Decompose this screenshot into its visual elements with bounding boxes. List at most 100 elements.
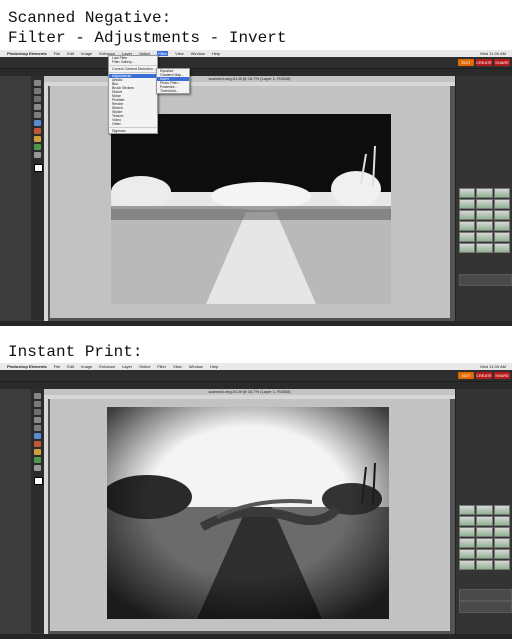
- inverted-negative-photo: [111, 114, 391, 304]
- hand-tool-icon[interactable]: [34, 409, 41, 415]
- effect-thumb[interactable]: [459, 210, 476, 220]
- eyedropper-tool-icon[interactable]: [34, 417, 41, 423]
- effects-thumbnails: [459, 188, 510, 253]
- menu-select[interactable]: Select: [139, 364, 150, 369]
- adjustments-item[interactable]: Threshold...: [157, 89, 189, 93]
- menu-file[interactable]: File: [54, 364, 60, 369]
- effect-thumb[interactable]: [459, 538, 476, 548]
- effect-thumb[interactable]: [459, 505, 476, 515]
- menu-file[interactable]: File: [54, 51, 60, 56]
- effect-thumb[interactable]: [459, 560, 476, 570]
- brush-tool-icon[interactable]: [34, 441, 41, 447]
- zoom-tool-icon[interactable]: [34, 88, 41, 94]
- create-mode-button[interactable]: CREATE: [476, 59, 492, 66]
- effect-thumb[interactable]: [476, 199, 493, 209]
- effect-thumb[interactable]: [476, 210, 493, 220]
- effect-thumb[interactable]: [476, 527, 493, 537]
- move-tool-icon[interactable]: [34, 80, 41, 86]
- layer-row[interactable]: [459, 274, 512, 286]
- menu-view[interactable]: View: [173, 364, 182, 369]
- filter-menu: Last Filter Filter Gallery... Correct Ca…: [108, 55, 158, 134]
- eyedropper-tool-icon[interactable]: [34, 104, 41, 110]
- menu-edit[interactable]: Edit: [67, 51, 74, 56]
- menu-help[interactable]: Help: [212, 51, 220, 56]
- effect-thumb[interactable]: [476, 549, 493, 559]
- lasso-tool-icon[interactable]: [34, 433, 41, 439]
- brush-tool-icon[interactable]: [34, 128, 41, 134]
- effect-thumb[interactable]: [459, 527, 476, 537]
- lasso-tool-icon[interactable]: [34, 120, 41, 126]
- clock: Wed 11:00 AM: [480, 51, 506, 56]
- menu-filter[interactable]: Filter: [157, 364, 166, 369]
- menu-filter[interactable]: Filter: [157, 51, 169, 56]
- menu-window[interactable]: Window: [191, 51, 205, 56]
- effect-thumb[interactable]: [476, 516, 493, 526]
- share-mode-button[interactable]: SHARE: [494, 372, 510, 379]
- effect-thumb[interactable]: [493, 199, 510, 209]
- zoom-tool-icon[interactable]: [34, 401, 41, 407]
- effect-thumb[interactable]: [476, 243, 493, 253]
- filter-menu-item[interactable]: Digimarc: [109, 129, 157, 133]
- menu-enhance[interactable]: Enhance: [99, 364, 115, 369]
- menu-help[interactable]: Help: [210, 364, 218, 369]
- share-mode-button[interactable]: SHARE: [494, 59, 510, 66]
- effect-thumb[interactable]: [493, 549, 510, 559]
- menu-app[interactable]: Photoshop Elements: [7, 51, 47, 56]
- effect-thumb[interactable]: [459, 516, 476, 526]
- effect-thumb[interactable]: [459, 188, 476, 198]
- effect-thumb[interactable]: [493, 210, 510, 220]
- vertical-ruler: [44, 395, 48, 635]
- menu-image[interactable]: Image: [81, 364, 92, 369]
- edit-mode-button[interactable]: EDIT: [458, 59, 474, 66]
- sub-toolbar: [0, 382, 512, 389]
- effect-thumb[interactable]: [493, 221, 510, 231]
- effect-thumb[interactable]: [476, 560, 493, 570]
- filter-menu-item[interactable]: Other: [109, 122, 157, 126]
- effect-thumb[interactable]: [459, 221, 476, 231]
- effect-thumb[interactable]: [493, 505, 510, 515]
- effect-thumb[interactable]: [493, 232, 510, 242]
- menu-window[interactable]: Window: [189, 364, 203, 369]
- effect-thumb[interactable]: [476, 505, 493, 515]
- effect-thumb[interactable]: [476, 232, 493, 242]
- toolbox: [31, 76, 44, 320]
- layer-row[interactable]: [459, 601, 512, 613]
- effect-thumb[interactable]: [459, 549, 476, 559]
- edit-mode-button[interactable]: EDIT: [458, 372, 474, 379]
- eraser-tool-icon[interactable]: [34, 449, 41, 455]
- menu-app[interactable]: Photoshop Elements: [7, 364, 47, 369]
- paint-bucket-tool-icon[interactable]: [34, 457, 41, 463]
- effect-thumb[interactable]: [493, 188, 510, 198]
- marquee-tool-icon[interactable]: [34, 112, 41, 118]
- effect-thumb[interactable]: [493, 516, 510, 526]
- filter-menu-item[interactable]: Correct Camera Distortion...: [109, 67, 157, 71]
- foreground-color-swatch[interactable]: [34, 164, 43, 172]
- marquee-tool-icon[interactable]: [34, 425, 41, 431]
- effect-thumb[interactable]: [493, 243, 510, 253]
- layer-row[interactable]: [459, 589, 512, 601]
- effect-thumb[interactable]: [493, 527, 510, 537]
- hand-tool-icon[interactable]: [34, 96, 41, 102]
- text-tool-icon[interactable]: [34, 465, 41, 471]
- filter-menu-item[interactable]: Filter Gallery...: [109, 60, 157, 64]
- options-bar: EDIT CREATE SHARE: [0, 370, 512, 382]
- menu-edit[interactable]: Edit: [67, 364, 74, 369]
- vertical-ruler: [44, 82, 48, 322]
- effect-thumb[interactable]: [459, 199, 476, 209]
- effect-thumb[interactable]: [493, 538, 510, 548]
- paint-bucket-tool-icon[interactable]: [34, 144, 41, 150]
- move-tool-icon[interactable]: [34, 393, 41, 399]
- menu-image[interactable]: Image: [81, 51, 92, 56]
- effect-thumb[interactable]: [459, 243, 476, 253]
- effect-thumb[interactable]: [476, 221, 493, 231]
- effect-thumb[interactable]: [476, 188, 493, 198]
- menu-layer[interactable]: Layer: [122, 364, 132, 369]
- text-tool-icon[interactable]: [34, 152, 41, 158]
- effect-thumb[interactable]: [476, 538, 493, 548]
- eraser-tool-icon[interactable]: [34, 136, 41, 142]
- foreground-color-swatch[interactable]: [34, 477, 43, 485]
- effect-thumb[interactable]: [493, 560, 510, 570]
- menu-view[interactable]: View: [175, 51, 184, 56]
- effect-thumb[interactable]: [459, 232, 476, 242]
- create-mode-button[interactable]: CREATE: [476, 372, 492, 379]
